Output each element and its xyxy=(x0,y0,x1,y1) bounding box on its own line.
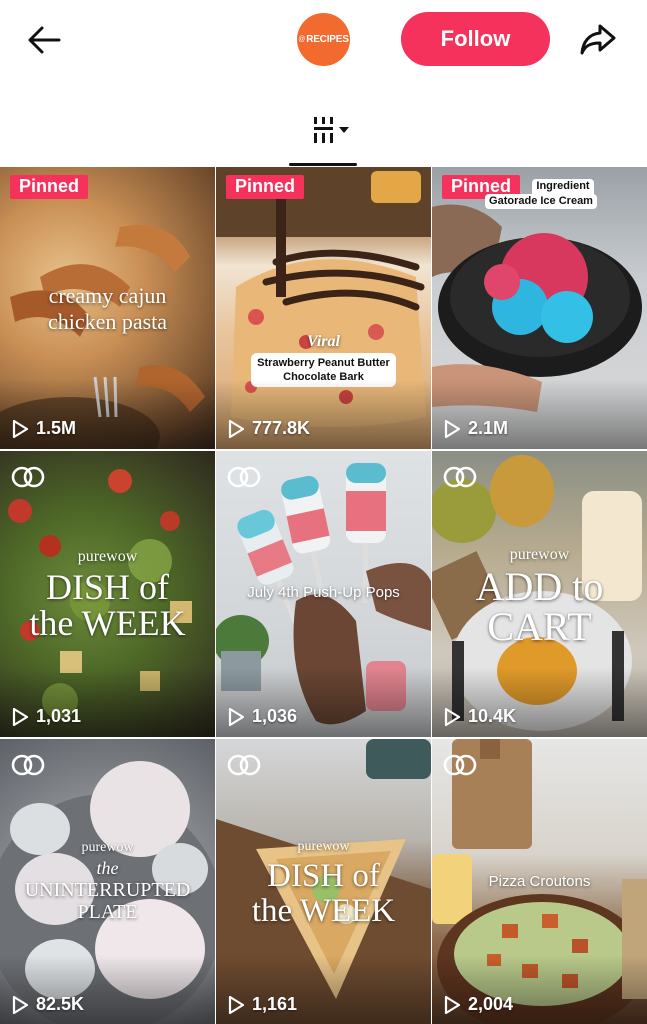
avatar-prefix: @ xyxy=(298,36,306,43)
video-title-line: the xyxy=(96,858,119,878)
back-button[interactable] xyxy=(22,18,66,62)
view-count: 2,004 xyxy=(442,994,513,1015)
play-icon xyxy=(228,995,245,1014)
view-count-text: 1,161 xyxy=(252,994,298,1014)
play-icon xyxy=(444,995,461,1014)
video-title: creamy cajun chicken pasta xyxy=(20,283,195,335)
collab-icon xyxy=(443,466,477,488)
video-tile[interactable]: July 4th Push-Up Pops 1,036 xyxy=(216,451,431,737)
view-count-text: 1,036 xyxy=(252,706,298,726)
view-count: 82.5K xyxy=(10,994,84,1015)
chocolate-bark-image xyxy=(216,167,431,427)
view-count-text: 777.8K xyxy=(252,418,311,438)
video-tile[interactable]: Pizza Croutons 2,004 xyxy=(432,739,647,1024)
play-icon xyxy=(12,995,29,1014)
play-icon xyxy=(12,707,29,726)
collab-icon xyxy=(227,754,261,776)
view-count: 777.8K xyxy=(226,418,310,439)
video-title-line: the WEEK xyxy=(251,893,396,929)
brand-label: purewow xyxy=(81,840,134,855)
video-tile[interactable]: purewow the UNINTERRUPTED PLATE 82.5K xyxy=(0,739,215,1024)
collab-icon xyxy=(11,466,45,488)
view-count: 1.5M xyxy=(10,418,76,439)
view-count: 10.4K xyxy=(442,706,516,727)
view-count: 1,031 xyxy=(10,706,81,727)
video-title: Pizza Croutons xyxy=(488,873,591,890)
video-title: DISH of the WEEK xyxy=(216,859,431,929)
view-count-text: 2.1M xyxy=(468,418,509,438)
video-title-line: Ingredient xyxy=(532,179,594,194)
sort-underline xyxy=(289,163,357,166)
video-title-line: Gatorade Ice Cream xyxy=(485,194,597,209)
video-title-line: CART xyxy=(487,604,592,649)
view-count: 2.1M xyxy=(442,418,508,439)
pinned-badge: Pinned xyxy=(10,175,89,199)
video-title-line: DISH of xyxy=(267,858,380,894)
avatar-text: RECIPES xyxy=(306,34,349,45)
view-count-text: 1,031 xyxy=(36,706,82,726)
video-tile[interactable]: Pinned Ingredient Gatorade Ice Cream 2.1… xyxy=(432,167,647,449)
video-title: Strawberry Peanut Butter Chocolate Bark xyxy=(251,353,396,387)
sort-dropdown[interactable] xyxy=(296,112,360,148)
sort-bar xyxy=(0,80,647,167)
brand-label: purewow xyxy=(297,839,350,854)
ice-cream-image xyxy=(432,204,642,412)
view-count: 1,036 xyxy=(226,706,297,727)
video-title: Ingredient Gatorade Ice Cream xyxy=(476,179,606,209)
video-title-line: Chocolate Bark xyxy=(283,371,364,383)
video-title-line: creamy cajun xyxy=(48,283,167,308)
video-title-line: Strawberry Peanut Butter xyxy=(257,357,390,369)
brand-label: purewow xyxy=(509,546,570,563)
video-title-line: ADD to xyxy=(475,564,604,609)
collab-icon xyxy=(443,754,477,776)
video-tile[interactable]: purewow ADD to CART 10.4K xyxy=(432,451,647,737)
play-icon xyxy=(444,707,461,726)
play-icon xyxy=(444,419,461,438)
view-count-text: 82.5K xyxy=(36,994,85,1014)
share-arrow-icon xyxy=(580,24,616,55)
pinned-badge: Pinned xyxy=(226,175,305,199)
video-title: DISH of the WEEK xyxy=(0,569,215,641)
video-title-line: DISH of xyxy=(46,567,169,607)
top-bar: @ RECIPES Follow xyxy=(0,0,647,80)
video-title: the UNINTERRUPTED PLATE xyxy=(0,857,215,923)
video-title-line: UNINTERRUPTED xyxy=(24,879,191,901)
video-title: July 4th Push-Up Pops xyxy=(247,584,400,601)
video-tile[interactable]: purewow DISH of the WEEK 1,031 xyxy=(0,451,215,737)
avatar[interactable]: @ RECIPES xyxy=(297,13,350,66)
video-title-line: PLATE xyxy=(77,901,138,923)
video-title-line: the WEEK xyxy=(29,603,186,643)
play-icon xyxy=(228,419,245,438)
video-tile[interactable]: Pinned Viral Strawberry Peanut Butter Ch… xyxy=(216,167,431,449)
follow-button[interactable]: Follow xyxy=(401,12,550,66)
view-count-text: 2,004 xyxy=(468,994,514,1014)
view-count-text: 10.4K xyxy=(468,706,517,726)
video-tile[interactable]: Pinned creamy cajun chicken pasta 1.5M xyxy=(0,167,215,449)
video-tile[interactable]: purewow DISH of the WEEK 1,161 xyxy=(216,739,431,1024)
share-button[interactable] xyxy=(574,18,622,62)
collab-icon xyxy=(227,466,261,488)
arrow-left-icon xyxy=(28,26,61,54)
play-icon xyxy=(12,419,29,438)
play-icon xyxy=(228,707,245,726)
view-count: 1,161 xyxy=(226,994,297,1015)
video-title-line: chicken pasta xyxy=(47,309,168,334)
video-grid: Pinned creamy cajun chicken pasta 1.5M P… xyxy=(0,167,647,1024)
view-count-text: 1.5M xyxy=(36,418,77,438)
collab-icon xyxy=(11,754,45,776)
grid-sort-icon xyxy=(314,117,349,143)
brand-label: purewow xyxy=(77,548,138,565)
viral-tag: Viral xyxy=(307,333,340,350)
video-title: ADD to CART xyxy=(432,567,647,647)
